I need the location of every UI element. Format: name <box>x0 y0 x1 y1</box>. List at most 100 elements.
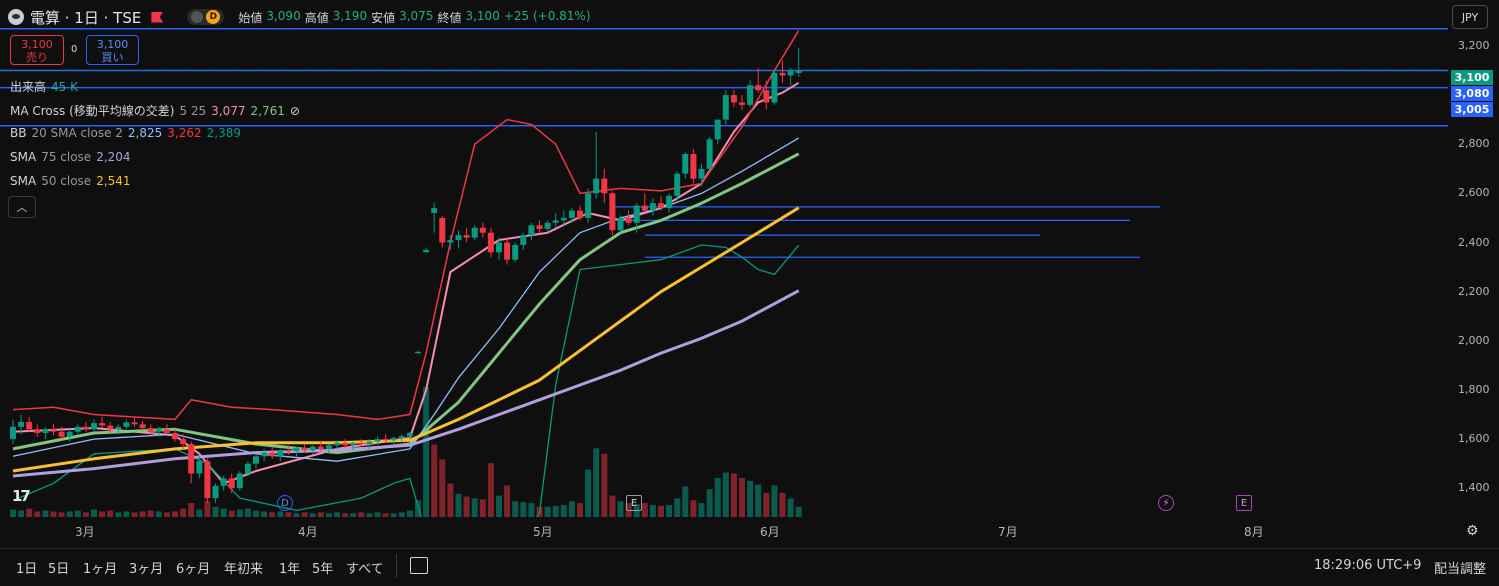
symbol-header: 電算 · 1日 · TSE D 始値 3,090 高値 3,190 安値 3,075 … <box>8 6 591 28</box>
volume-bar <box>131 512 138 517</box>
volume-bar <box>617 501 624 517</box>
volume-bar <box>147 510 154 517</box>
candle-body <box>528 225 535 236</box>
volume-bar <box>10 509 16 517</box>
range-button[interactable]: すべて <box>346 558 384 577</box>
price-change: +25 (+0.81%) <box>503 8 591 23</box>
candle-body <box>415 351 421 354</box>
sma75-legend[interactable]: SMA 75 close 2,204 <box>10 150 131 164</box>
volume-bar <box>504 485 511 517</box>
range-button[interactable]: 1年 <box>279 558 300 577</box>
candle-body <box>431 208 438 214</box>
candle-body <box>58 431 65 437</box>
volume-bar <box>107 510 114 517</box>
currency-selector[interactable]: JPY <box>1452 5 1488 29</box>
clock[interactable]: 18:29:06 UTC+9 <box>1314 558 1421 573</box>
tradingview-logo[interactable]: 17 <box>12 487 31 505</box>
range-button[interactable]: 3ヶ月 <box>129 558 163 577</box>
upcoming-earnings-icon[interactable]: E <box>1236 495 1252 511</box>
volume-bar <box>42 510 49 517</box>
volume-bar <box>82 512 89 517</box>
candle-body <box>455 235 462 241</box>
x-tick-label: 7月 <box>998 525 1018 539</box>
legend-value: 2,389 <box>206 126 241 140</box>
candle-body <box>536 225 543 229</box>
series-line <box>12 30 800 421</box>
bb-legend[interactable]: BB 20 SMA close 2 2,825 3,262 2,389 <box>10 126 241 140</box>
sell-button[interactable]: 3,100 売り <box>10 35 64 65</box>
range-button[interactable]: 1日 <box>16 558 37 577</box>
candle-body <box>139 424 146 429</box>
buy-button[interactable]: 3,100 買い <box>86 35 139 65</box>
volume-bar <box>658 505 664 517</box>
range-button[interactable]: 1ヶ月 <box>83 558 117 577</box>
candle-body <box>82 426 89 430</box>
adjust-dividends-button[interactable]: 配当調整 <box>1434 558 1486 577</box>
candle-body <box>552 220 559 223</box>
volume-bar <box>568 501 575 517</box>
volume-legend[interactable]: 出来高 45 K <box>10 78 78 95</box>
calendar-icon[interactable] <box>410 557 428 574</box>
x-tick-label: 4月 <box>298 525 318 539</box>
collapse-legend-button[interactable]: ︿ <box>8 196 36 218</box>
market-status-pill[interactable]: D <box>187 9 225 25</box>
volume-bar <box>374 512 381 517</box>
volume-bar <box>285 512 292 517</box>
ohlc-label: 高値 <box>304 10 329 25</box>
buy-price: 3,100 <box>96 38 129 51</box>
range-button[interactable]: 年初来 <box>224 558 263 577</box>
data-status-badge: D <box>206 10 221 24</box>
range-button[interactable]: 6ヶ月 <box>176 558 210 577</box>
volume-bar <box>342 513 349 517</box>
volume-bar <box>382 513 389 517</box>
candle-body <box>180 439 187 445</box>
sell-label: 売り <box>26 51 48 64</box>
y-tick-label: 1,600 <box>1458 432 1490 446</box>
symbol-title[interactable]: 電算 · 1日 · TSE <box>30 7 141 28</box>
ohlc-value: 3,090 <box>266 8 301 23</box>
y-tick-label: 2,800 <box>1458 137 1490 151</box>
volume-bar <box>682 486 689 517</box>
range-button[interactable]: 5年 <box>312 558 333 577</box>
candle-body <box>779 72 786 76</box>
volume-bar <box>180 508 187 517</box>
volume-bar <box>220 508 227 517</box>
volume-bar <box>423 387 430 517</box>
candle-body <box>131 422 138 425</box>
candle-body <box>10 426 16 440</box>
x-tick-label: 5月 <box>533 525 553 539</box>
volume-bar <box>666 504 673 517</box>
ma-cross-legend[interactable]: MA Cross (移動平均線の交差) 5 25 3,077 2,761 ⊘ <box>10 102 300 119</box>
flag-icon[interactable] <box>151 11 164 23</box>
volume-bar <box>463 496 470 517</box>
earnings-event-icon[interactable]: E <box>626 495 642 511</box>
range-button[interactable]: 5日 <box>48 558 69 577</box>
candle-body <box>188 444 195 474</box>
gear-icon[interactable]: ⚙ <box>1466 523 1479 539</box>
price-chart[interactable] <box>0 0 1499 520</box>
candle-body <box>358 442 365 445</box>
candle-body <box>625 217 632 223</box>
candle-body <box>204 461 211 499</box>
candle-body <box>593 178 600 194</box>
volume-bar <box>204 501 211 517</box>
candle-body <box>633 205 640 223</box>
x-tick-label: 6月 <box>760 525 780 539</box>
volume-bar <box>293 513 300 517</box>
chevron-up-icon: ︿ <box>16 201 28 214</box>
candle-body <box>609 193 616 231</box>
legend-name: 出来高 <box>10 80 47 94</box>
volume-bar <box>236 509 243 517</box>
y-tick-label: 1,400 <box>1458 481 1490 495</box>
volume-bar <box>577 503 583 517</box>
flash-event-icon[interactable]: ⚡ <box>1158 495 1174 511</box>
volume-bar <box>698 503 705 517</box>
x-tick-label: 3月 <box>75 525 95 539</box>
candle-body <box>674 173 681 196</box>
candle-body <box>34 429 41 433</box>
candle-body <box>285 450 292 452</box>
dividend-event-icon[interactable]: D <box>277 495 293 511</box>
sma50-legend[interactable]: SMA 50 close 2,541 <box>10 174 131 188</box>
candle-body <box>350 442 357 446</box>
candle-body <box>658 203 664 209</box>
